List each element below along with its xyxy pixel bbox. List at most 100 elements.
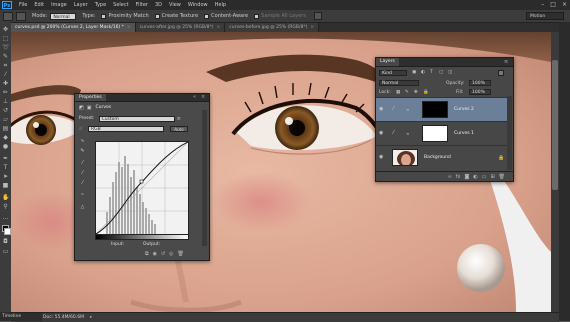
- background-thumbnail[interactable]: [392, 149, 418, 166]
- new-layer-icon[interactable]: ⊞: [490, 174, 494, 180]
- layer-mask-thumbnail-white[interactable]: [422, 125, 448, 142]
- new-adjustment-icon[interactable]: ◐: [473, 174, 477, 180]
- close-tab-icon[interactable]: ×: [310, 25, 314, 30]
- curve-point[interactable]: [139, 179, 144, 184]
- lock-position-icon[interactable]: ✥: [414, 90, 418, 95]
- filter-toggle[interactable]: [498, 70, 504, 76]
- close-tab-icon[interactable]: ×: [217, 25, 221, 30]
- auto-button[interactable]: Auto: [170, 125, 189, 132]
- mode-select[interactable]: Normal: [50, 12, 77, 20]
- hand-tool-icon[interactable]: ✋: [2, 194, 9, 201]
- curve-edit-points-icon[interactable]: ∿: [79, 138, 86, 145]
- lasso-tool-icon[interactable]: ➰: [2, 44, 9, 51]
- minimize-button[interactable]: –: [541, 1, 544, 8]
- shape-tool-icon[interactable]: ■: [2, 182, 9, 189]
- menu-type[interactable]: Type: [95, 2, 106, 8]
- link-layers-icon[interactable]: ∞: [448, 174, 452, 180]
- background-color-swatch[interactable]: [4, 228, 11, 235]
- close-tab-icon[interactable]: ×: [127, 25, 131, 30]
- brush-tool-icon[interactable]: ✏: [2, 89, 9, 96]
- view-previous-icon[interactable]: ◉: [153, 251, 157, 257]
- reset-icon[interactable]: ↺: [161, 251, 165, 257]
- delete-adjustment-icon[interactable]: 🗑: [178, 251, 184, 257]
- healing-brush-tool-icon[interactable]: ✚: [2, 80, 9, 87]
- filter-type-icon[interactable]: T: [430, 70, 433, 75]
- clip-to-layer-icon[interactable]: ⧉: [145, 251, 149, 257]
- preset-select[interactable]: Custom: [98, 115, 175, 122]
- lock-pixels-icon[interactable]: ✎: [405, 90, 409, 95]
- fx-icon[interactable]: fx: [456, 174, 461, 180]
- menu-filter[interactable]: Filter: [136, 2, 148, 8]
- brush-preset-picker[interactable]: [16, 11, 26, 21]
- move-tool-icon[interactable]: ✥: [2, 26, 9, 33]
- tab-curves-psd[interactable]: curves.psd @ 200% (Curves 2, Layer Mask/…: [11, 23, 136, 32]
- menu-3d[interactable]: 3D: [155, 2, 162, 8]
- collapse-icon[interactable]: «: [193, 94, 196, 101]
- properties-tab[interactable]: Properties: [75, 94, 106, 101]
- white-point-eyedropper-icon[interactable]: ⁄: [79, 180, 86, 187]
- menu-help[interactable]: Help: [215, 2, 226, 8]
- fill-field[interactable]: 100%: [469, 89, 491, 95]
- menu-select[interactable]: Select: [113, 2, 128, 8]
- filter-shape-icon[interactable]: ▢: [439, 70, 443, 75]
- blur-tool-icon[interactable]: ◆: [2, 134, 9, 141]
- new-group-icon[interactable]: ▭: [482, 174, 487, 180]
- menu-image[interactable]: Image: [51, 2, 67, 8]
- menu-file[interactable]: File: [19, 2, 27, 8]
- layer-curves-2[interactable]: ◉ ⁄ ∞ Curves 2: [376, 97, 507, 121]
- curves-graph[interactable]: [95, 141, 189, 235]
- lock-all-icon[interactable]: 🔒: [423, 90, 429, 95]
- layer-background[interactable]: ◉ Background 🔒: [376, 145, 507, 169]
- gray-point-eyedropper-icon[interactable]: ⁄: [79, 170, 86, 177]
- timeline-label[interactable]: Timeline: [0, 313, 42, 321]
- status-menu-arrow-icon[interactable]: ▸: [90, 315, 92, 320]
- clone-stamp-tool-icon[interactable]: ⊥: [2, 98, 9, 105]
- opacity-field[interactable]: 100%: [469, 80, 491, 86]
- quick-mask-icon[interactable]: ◘: [2, 238, 9, 245]
- link-icon[interactable]: ∞: [406, 131, 409, 136]
- target-adjust-icon[interactable]: ☝: [79, 126, 82, 132]
- layers-scrollbar[interactable]: [507, 96, 512, 170]
- delete-layer-icon[interactable]: 🗑: [499, 174, 505, 180]
- maximize-button[interactable]: □: [550, 1, 556, 8]
- path-selection-tool-icon[interactable]: ➤: [2, 173, 9, 180]
- menu-layer[interactable]: Layer: [74, 2, 88, 8]
- pen-tool-icon[interactable]: ✒: [2, 155, 9, 162]
- proximity-match-option[interactable]: Proximity Match: [101, 13, 149, 19]
- smooth-curve-icon[interactable]: ~: [79, 192, 86, 199]
- layers-tab[interactable]: Layers: [376, 58, 399, 66]
- workspace-select[interactable]: Motion: [526, 12, 564, 20]
- more-tools-icon[interactable]: …: [2, 214, 9, 221]
- quick-select-tool-icon[interactable]: ✎: [2, 53, 9, 60]
- lock-transparency-icon[interactable]: ▦: [396, 90, 400, 95]
- gradient-tool-icon[interactable]: ▤: [2, 125, 9, 132]
- create-texture-option[interactable]: Create Texture: [154, 13, 198, 19]
- curve-pencil-icon[interactable]: ✎: [79, 148, 86, 155]
- filter-smart-object-icon[interactable]: ◫: [448, 70, 452, 75]
- eyedropper-tool-icon[interactable]: ⁄: [2, 71, 9, 78]
- content-aware-option[interactable]: Content-Aware: [204, 13, 248, 19]
- visibility-eye-icon[interactable]: ◉: [379, 106, 383, 112]
- menu-edit[interactable]: Edit: [34, 2, 44, 8]
- pressure-size-icon[interactable]: [313, 12, 322, 20]
- sample-all-layers-option[interactable]: Sample All Layers: [254, 13, 306, 19]
- tab-curves-after[interactable]: curves-after.jpg @ 25% (RGB/8*) ×: [135, 23, 226, 32]
- channel-select[interactable]: RGB: [88, 125, 165, 132]
- type-tool-icon[interactable]: T: [2, 164, 9, 171]
- visibility-eye-icon[interactable]: ◉: [379, 130, 383, 136]
- menu-view[interactable]: View: [169, 2, 181, 8]
- link-icon[interactable]: ∞: [406, 107, 409, 112]
- history-brush-tool-icon[interactable]: ↺: [2, 107, 9, 114]
- layers-menu-icon[interactable]: ≡: [504, 58, 508, 66]
- crop-tool-icon[interactable]: ⌗: [2, 62, 9, 69]
- marquee-tool-icon[interactable]: ⬚: [2, 35, 9, 42]
- filter-pixel-icon[interactable]: ▣: [412, 70, 416, 75]
- panel-menu-icon[interactable]: ≡: [177, 116, 181, 122]
- filter-adjustment-icon[interactable]: ◐: [421, 70, 425, 75]
- menu-window[interactable]: Window: [188, 2, 208, 8]
- close-button[interactable]: ×: [562, 1, 567, 8]
- blend-mode-select[interactable]: Normal: [379, 80, 419, 86]
- tab-curves-before[interactable]: curves-before.jpg @ 25% (RGB/8*) ×: [225, 23, 320, 32]
- spot-healing-brush-icon[interactable]: [3, 11, 13, 21]
- scrollbar-thumb[interactable]: [552, 60, 558, 190]
